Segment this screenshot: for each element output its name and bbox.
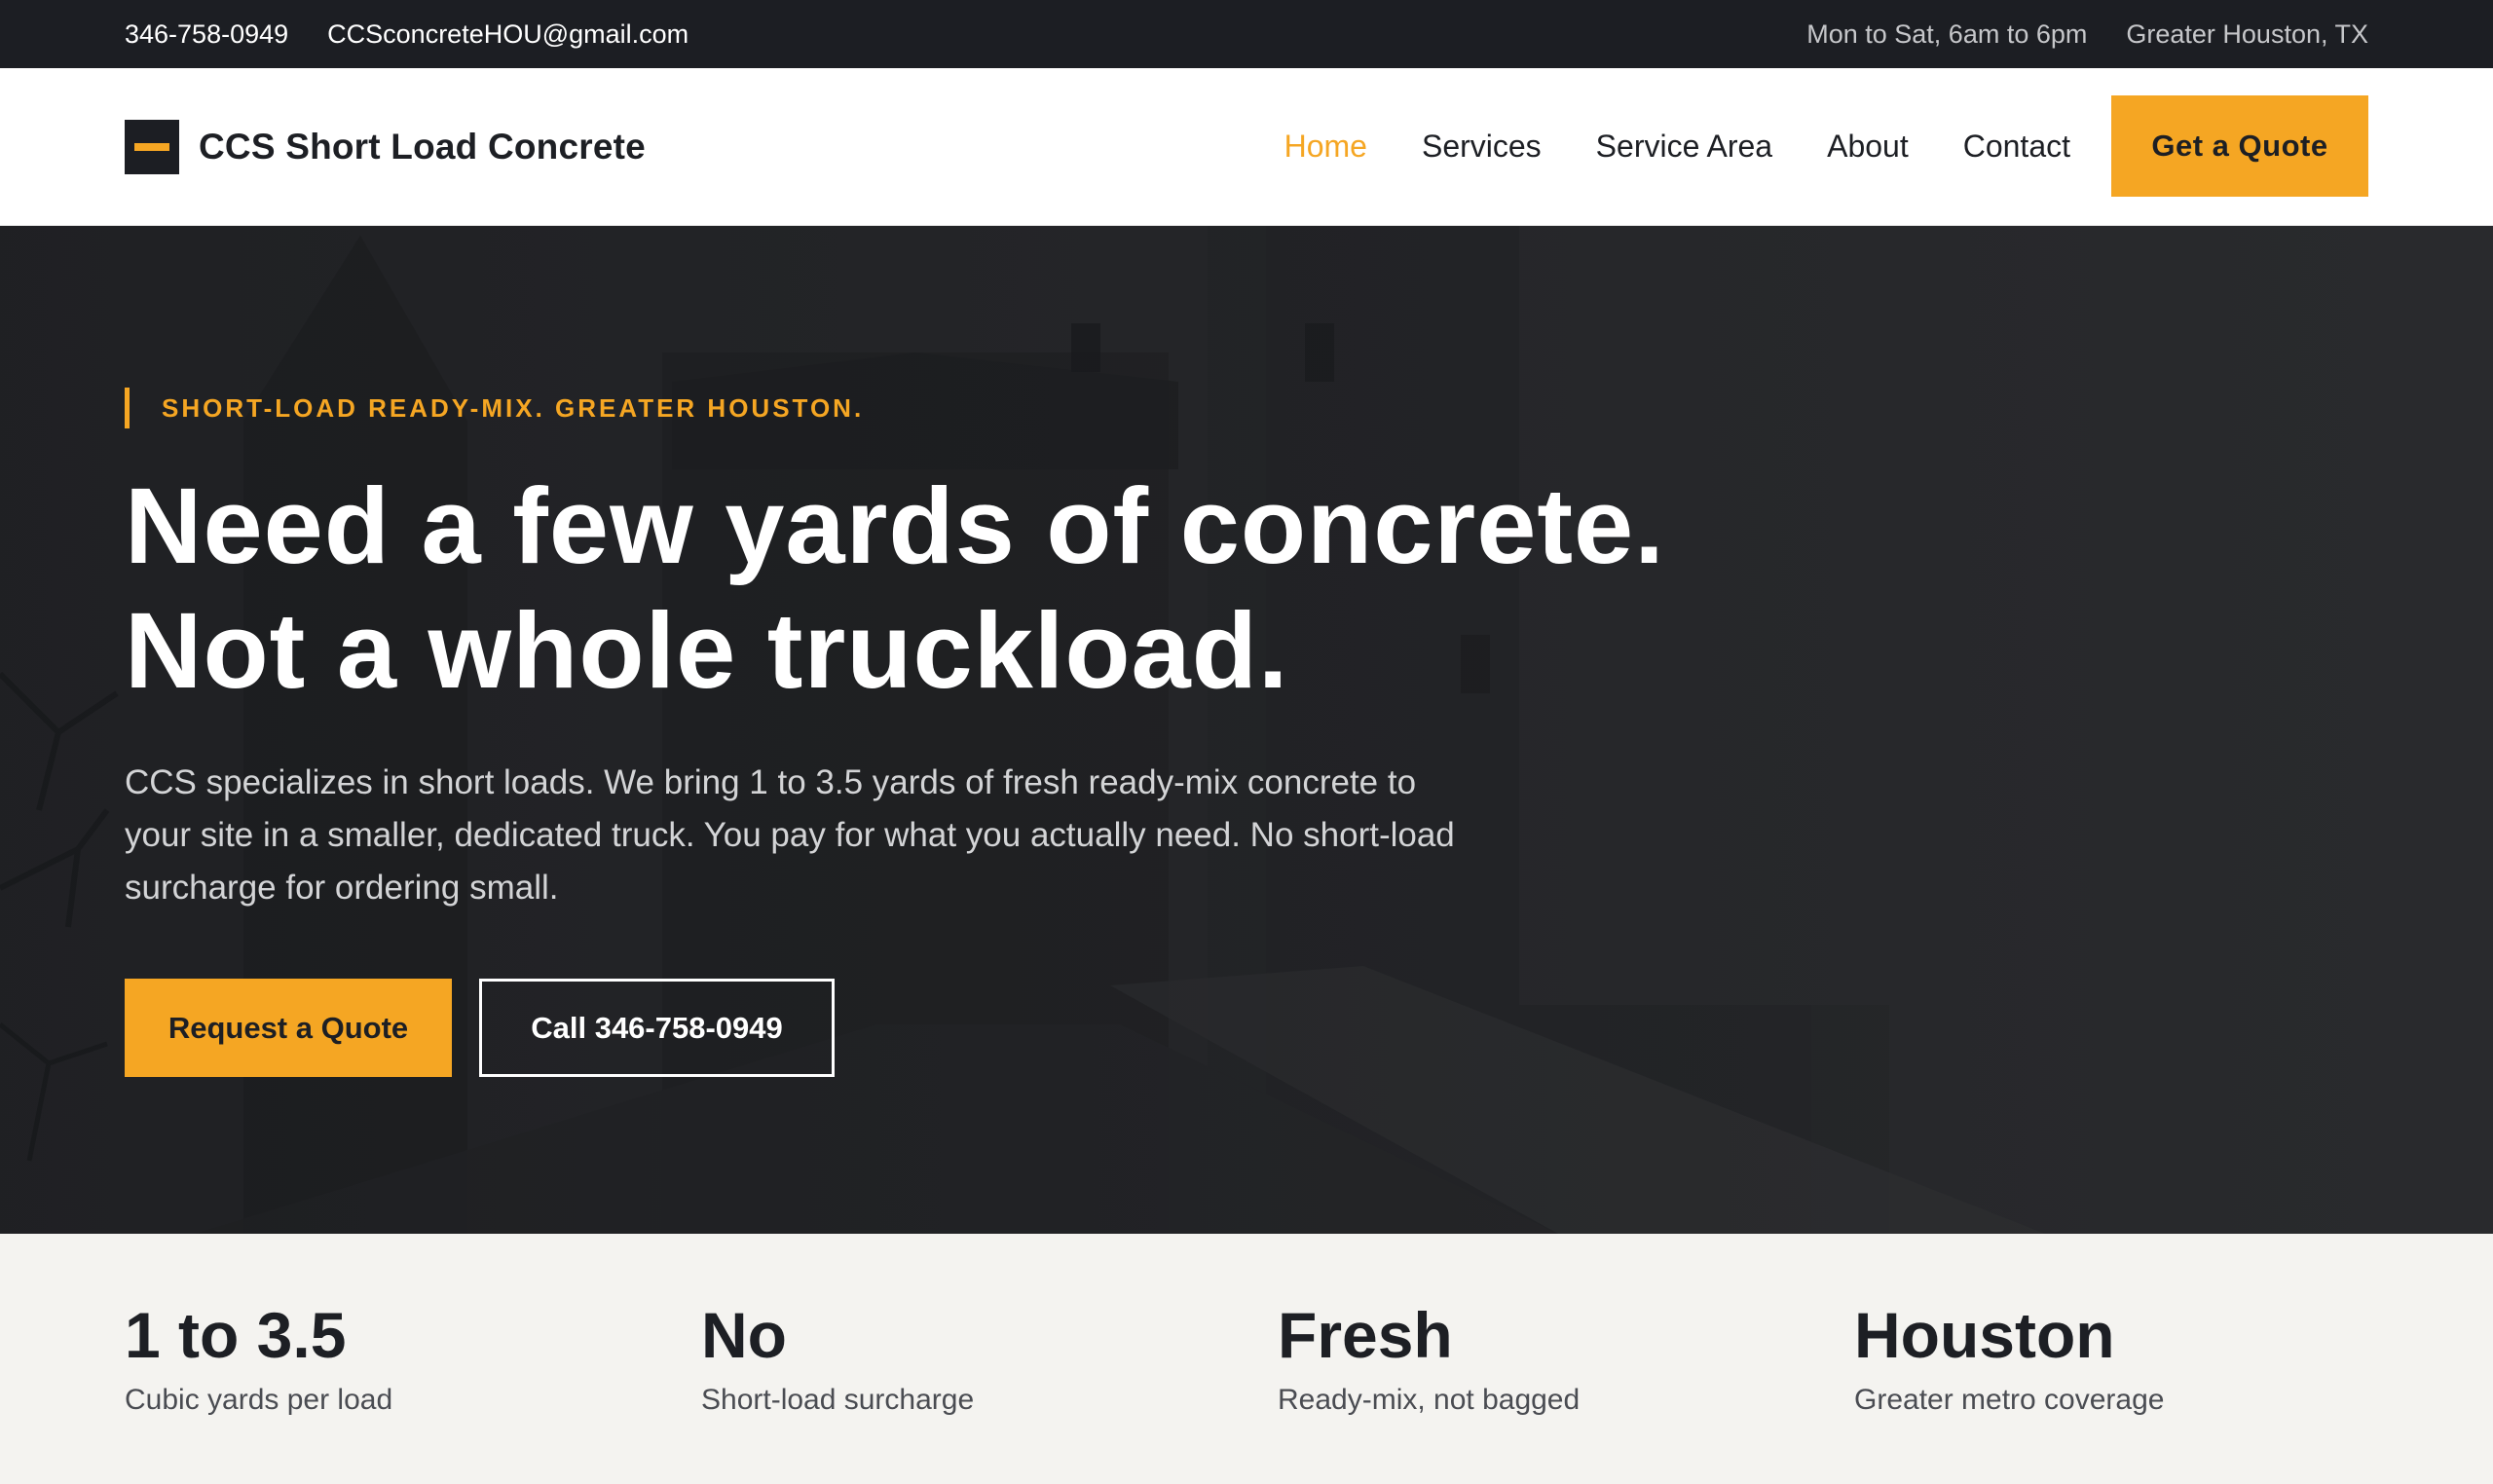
stat-label: Short-load surcharge [701,1384,975,1416]
contact-info: 346-758-0949 CCSconcreteHOU@gmail.com [125,0,688,68]
nav-services[interactable]: Services [1422,129,1542,165]
top-info-bar: 346-758-0949 CCSconcreteHOU@gmail.com Mo… [0,0,2493,68]
nav-contact[interactable]: Contact [1963,129,2070,165]
stat-item: Fresh Ready-mix, not bagged [1278,1300,1580,1417]
brand-link[interactable]: CCS Short Load Concrete [125,120,646,174]
business-hours: Mon to Sat, 6am to 6pm [1806,19,2088,49]
hero-eyebrow: SHORT-LOAD READY-MIX. GREATER HOUSTON. [125,388,864,428]
stat-item: Houston Greater metro coverage [1854,1300,2164,1417]
business-info: Mon to Sat, 6am to 6pm Greater Houston, … [1806,0,2368,68]
hero-section: SHORT-LOAD READY-MIX. GREATER HOUSTON. N… [0,226,2493,1234]
nav-home[interactable]: Home [1284,129,1367,165]
request-quote-button[interactable]: Request a Quote [125,979,452,1077]
site-header: CCS Short Load Concrete Home Services Se… [0,68,2493,226]
stat-value: Houston [1854,1299,2115,1371]
nav-service-area[interactable]: Service Area [1596,129,1772,165]
stat-label: Ready-mix, not bagged [1278,1384,1581,1416]
headline-line-1: Need a few yards of concrete. [125,466,1665,586]
stat-label: Cubic yards per load [125,1384,393,1416]
headline-line-2: Not a whole truckload. [125,591,1289,711]
topbar-phone-link[interactable]: 346-758-0949 [125,19,288,50]
stat-value: Fresh [1278,1299,1453,1371]
stat-label: Greater metro coverage [1854,1384,2165,1416]
stat-value: 1 to 3.5 [125,1299,347,1371]
stat-item: No Short-load surcharge [701,1300,974,1417]
stats-section: 1 to 3.5 Cubic yards per load No Short-l… [0,1234,2493,1484]
hero-description: CCS specializes in short loads. We bring… [125,763,1455,907]
topbar-email-link[interactable]: CCSconcreteHOU@gmail.com [327,19,688,50]
concrete-block-logo-icon [125,120,179,174]
stat-item: 1 to 3.5 Cubic yards per load [125,1300,392,1417]
stat-value: No [701,1299,787,1371]
call-phone-button[interactable]: Call 346-758-0949 [479,979,835,1077]
main-nav: Home Services Service Area About Contact [1284,68,2070,224]
get-a-quote-button[interactable]: Get a Quote [2111,95,2368,197]
hero-headline: Need a few yards of concrete. Not a whol… [125,464,1975,714]
nav-about[interactable]: About [1827,129,1909,165]
business-location: Greater Houston, TX [2126,19,2368,49]
brand-name: CCS Short Load Concrete [199,127,646,167]
hero-overlay [0,226,2493,1234]
